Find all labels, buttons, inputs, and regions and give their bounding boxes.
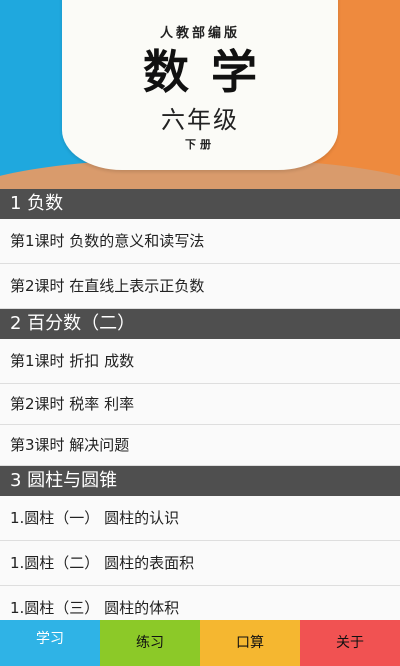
- section-header-cylinder-cone: 3 圆柱与圆锥: [0, 466, 400, 496]
- cover-publisher: 人教部编版: [159, 26, 240, 41]
- lesson-item[interactable]: 第3课时 解决问题: [0, 425, 400, 466]
- cover-subject-title: 数学: [143, 45, 279, 99]
- bottom-nav-bar: 学习 练习 口算 关于: [0, 620, 400, 666]
- section-header-percentages: 2 百分数（二）: [0, 309, 400, 339]
- lesson-item[interactable]: 1.圆柱（三） 圆柱的体积: [0, 586, 400, 620]
- lesson-item[interactable]: 1.圆柱（一） 圆柱的认识: [0, 496, 400, 541]
- lesson-item[interactable]: 第2课时 在直线上表示正负数: [0, 264, 400, 309]
- lesson-item[interactable]: 1.圆柱（二） 圆柱的表面积: [0, 541, 400, 586]
- cover-volume: 下册: [185, 138, 215, 151]
- cover-grade: 六年级: [161, 106, 239, 134]
- nav-tab-mental-math[interactable]: 口算: [200, 620, 300, 666]
- lesson-item[interactable]: 第1课时 折扣 成数: [0, 339, 400, 384]
- nav-tab-study[interactable]: 学习: [0, 620, 100, 666]
- lesson-item[interactable]: 第2课时 税率 利率: [0, 384, 400, 425]
- chapter-list[interactable]: 1 负数 第1课时 负数的意义和读写法 第2课时 在直线上表示正负数 2 百分数…: [0, 189, 400, 620]
- lesson-item[interactable]: 第1课时 负数的意义和读写法: [0, 219, 400, 264]
- app-screen: 人教部编版 数学 六年级 下册 1 负数 第1课时 负数的意义和读写法 第2课时…: [0, 0, 400, 666]
- section-header-negative-numbers: 1 负数: [0, 189, 400, 219]
- nav-tab-practice[interactable]: 练习: [100, 620, 200, 666]
- nav-tab-about[interactable]: 关于: [300, 620, 400, 666]
- book-cover-banner: 人教部编版 数学 六年级 下册: [0, 0, 400, 189]
